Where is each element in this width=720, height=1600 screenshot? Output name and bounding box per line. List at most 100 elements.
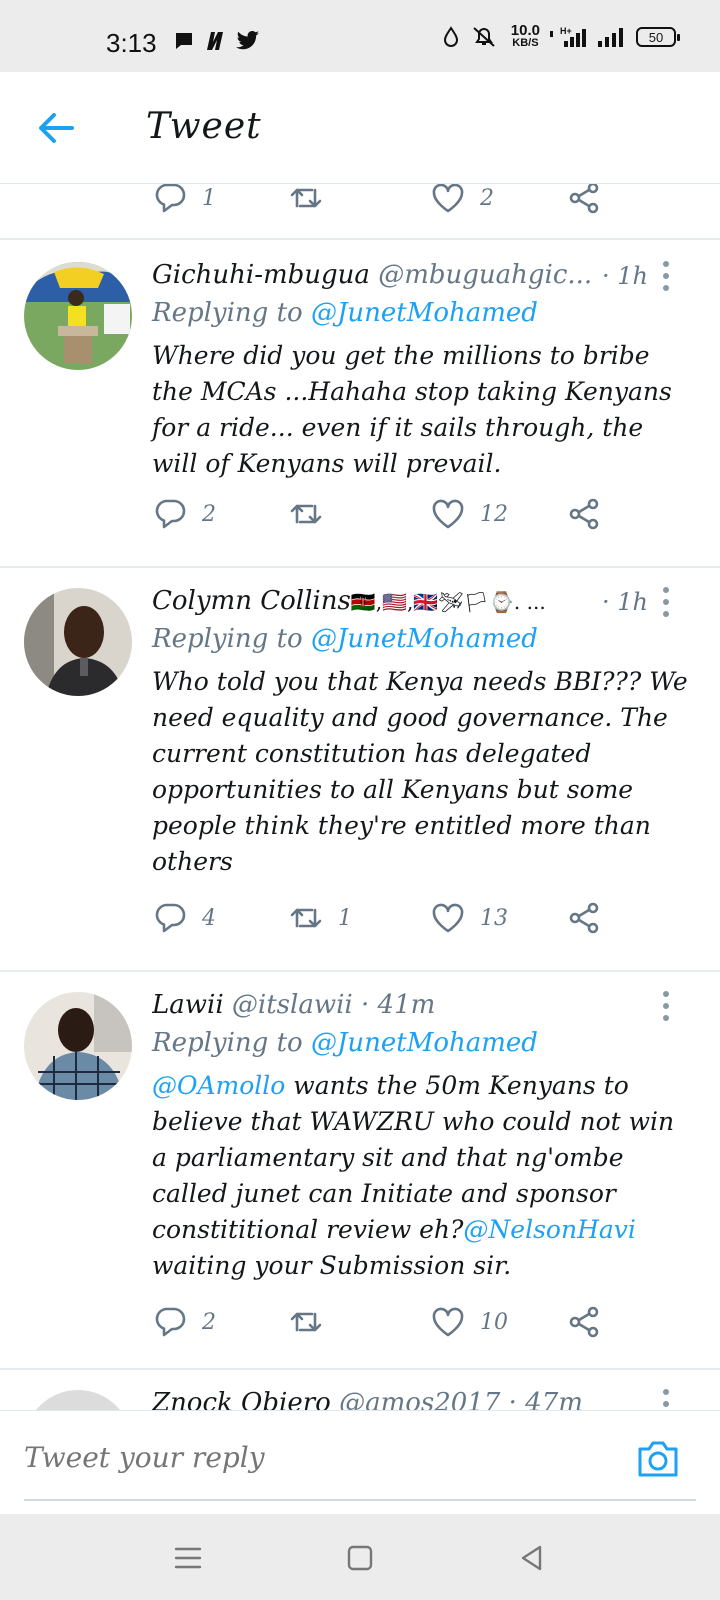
svg-text:H+: H+ (560, 26, 572, 36)
tweet-actions: 2 12 (152, 496, 612, 536)
reply-button[interactable]: 4 (152, 900, 216, 936)
tweet-reply[interactable]: Lawii @itslawii · 41m Replying to @Junet… (0, 972, 720, 1366)
share-button[interactable] (566, 184, 602, 216)
display-name[interactable]: Lawii (152, 990, 224, 1020)
twitter-bird-icon (236, 31, 259, 50)
reply-icon (155, 499, 186, 529)
like-button[interactable]: 13 (430, 900, 508, 936)
like-button[interactable]: 10 (430, 1304, 508, 1340)
tweet-header: Znock Obiero @amos2017 · 47m (152, 1388, 660, 1410)
avatar[interactable] (24, 992, 132, 1100)
replying-to-mention[interactable]: @JunetMohamed (311, 1028, 538, 1058)
back-triangle-icon[interactable] (516, 1542, 548, 1574)
tweet-reply[interactable]: Znock Obiero @amos2017 · 47m (0, 1370, 720, 1410)
replying-prefix: Replying to (152, 1028, 303, 1058)
reply-count: 1 (202, 185, 216, 211)
reply-input[interactable] (24, 1441, 604, 1474)
retweet-button[interactable] (288, 1304, 338, 1340)
retweet-button[interactable] (288, 496, 338, 532)
avatar[interactable] (24, 262, 132, 370)
share-icon (569, 498, 599, 530)
tweet-reply[interactable]: Colymn Collins🇰🇪,🇺🇸,🇬🇧🛩🏳⌚. ... · 1h Repl… (0, 568, 720, 962)
more-options-icon[interactable] (656, 988, 676, 1024)
user-handle[interactable]: @amos2017 · 47m (339, 1388, 583, 1410)
text-mention[interactable]: @OAmollo (152, 1071, 285, 1100)
avatar[interactable] (24, 1390, 132, 1410)
avatar-photo (24, 262, 132, 370)
tweet-actions: 1 2 (152, 184, 612, 220)
replies-feed[interactable]: 1 2 Gichuhi-mbugua @mbuguahgic... · 1h R… (0, 184, 720, 1410)
replying-to-mention[interactable]: @JunetMohamed (311, 298, 538, 328)
back-arrow-icon[interactable] (36, 108, 76, 148)
text-mention[interactable]: @NelsonHavi (463, 1215, 635, 1244)
tweet-header: Lawii @itslawii · 41m (152, 990, 660, 1020)
reply-count: 4 (202, 905, 216, 931)
share-icon (569, 902, 599, 934)
replying-to: Replying to @JunetMohamed (152, 624, 538, 654)
avatar-photo (24, 992, 132, 1100)
retweet-icon (290, 1312, 322, 1332)
like-count: 12 (480, 501, 508, 527)
replying-prefix: Replying to (152, 624, 303, 654)
tweet-text: @OAmollo wants the 50m Kenyans to believ… (152, 1068, 692, 1284)
avatar[interactable] (24, 588, 132, 696)
heart-icon (432, 903, 464, 933)
heart-icon (432, 184, 464, 213)
reply-count: 2 (202, 501, 216, 527)
reply-button[interactable]: 2 (152, 496, 216, 532)
network-speed: 10.0 KB/S (510, 22, 540, 49)
text-part: waiting your Submission sir. (152, 1251, 512, 1280)
battery-icon: 50 (636, 27, 680, 47)
status-time: 3:13 (106, 28, 157, 58)
camera-icon[interactable] (636, 1439, 680, 1479)
user-handle[interactable]: @itslawii (232, 990, 353, 1020)
tweet-text: Where did you get the millions to bribe … (152, 341, 672, 478)
reply-icon (155, 903, 186, 933)
app-header: Tweet (0, 72, 720, 184)
tweet-text: Who told you that Kenya needs BBI??? We … (152, 667, 688, 876)
reply-icon (155, 184, 186, 213)
display-name[interactable]: Znock Obiero (152, 1388, 331, 1410)
avatar-photo (24, 588, 132, 696)
share-icon (569, 184, 599, 214)
like-count: 13 (480, 905, 508, 931)
signal-strength-icon (598, 28, 623, 47)
tweet-actions: 2 10 (152, 1304, 612, 1344)
share-icon (569, 1306, 599, 1338)
replying-to: Replying to @JunetMohamed (152, 298, 538, 328)
more-options-icon[interactable] (656, 584, 676, 620)
share-button[interactable] (566, 900, 602, 936)
notification-icons (174, 30, 260, 52)
like-count: 10 (480, 1309, 508, 1335)
retweet-button[interactable]: 1 (288, 900, 352, 936)
share-button[interactable] (566, 1304, 602, 1340)
reply-button[interactable]: 2 (152, 1304, 216, 1340)
like-button[interactable]: 2 (430, 184, 494, 216)
retweet-icon (290, 188, 322, 208)
tweet-time: · 1h (602, 262, 648, 290)
reply-count: 2 (202, 1309, 216, 1335)
menu-icon[interactable] (172, 1542, 204, 1574)
input-underline (24, 1499, 696, 1501)
more-options-icon[interactable] (656, 258, 676, 294)
heart-icon (432, 499, 464, 529)
replying-to: Replying to @JunetMohamed (152, 1028, 538, 1058)
page-title: Tweet (146, 106, 262, 147)
replying-to-mention[interactable]: @JunetMohamed (311, 624, 538, 654)
retweet-button[interactable] (288, 184, 338, 216)
user-handle[interactable]: @mbuguahgic... (378, 260, 592, 290)
system-status: 10.0 KB/S H+ 50 (441, 22, 680, 50)
tweet-reply[interactable]: Gichuhi-mbugua @mbuguahgic... · 1h Reply… (0, 240, 720, 558)
display-name[interactable]: Colymn Collins (152, 586, 351, 616)
tweet-time: · 1h (602, 588, 648, 616)
home-square-icon[interactable] (344, 1542, 376, 1574)
share-button[interactable] (566, 496, 602, 532)
more-options-icon[interactable] (656, 1386, 676, 1410)
display-name-emoji: 🇰🇪,🇺🇸,🇬🇧🛩🏳⌚. ... (350, 590, 546, 614)
reply-button[interactable]: 1 (152, 184, 216, 216)
avatar-photo (24, 1390, 132, 1410)
retweet-icon (290, 908, 322, 928)
display-name[interactable]: Gichuhi-mbugua (152, 260, 370, 290)
signal-h-plus-icon: H+ (550, 26, 586, 47)
like-button[interactable]: 12 (430, 496, 508, 532)
